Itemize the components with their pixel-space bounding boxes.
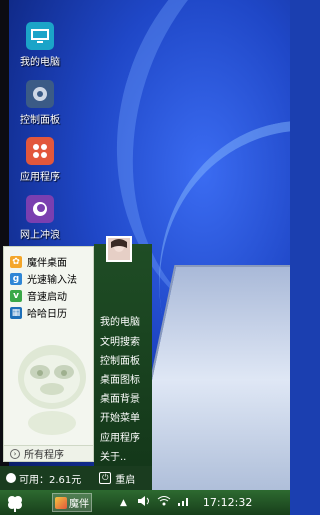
- taskbar: 魔伴 ▲ 17:12:32: [0, 490, 290, 515]
- signal-icon[interactable]: [177, 495, 191, 510]
- desktop-icon-browser[interactable]: 网上冲浪: [8, 195, 72, 241]
- clover-icon: [8, 495, 22, 512]
- menu-item-calendar[interactable]: ▦ 哈哈日历: [4, 304, 93, 321]
- app-icon: [55, 496, 67, 509]
- shortcut-apps[interactable]: 应用程序: [100, 429, 150, 444]
- menu-item-label: 音速启动: [27, 292, 67, 303]
- start-menu-footer: 可用：2.61元 ⏻ 重启: [0, 466, 152, 490]
- calendar-icon: ▦: [10, 306, 22, 319]
- shortcut-control-panel[interactable]: 控制面板: [100, 352, 150, 367]
- menu-item-label: 光速输入法: [27, 275, 77, 286]
- desktop-icon-label: 控制面板: [20, 115, 60, 126]
- start-menu-right-panel: 我的电脑 文明搜索 控制面板 桌面图标 桌面背景 开始菜单 应用程序 关于..: [94, 236, 152, 466]
- taskbar-app-button[interactable]: 魔伴: [52, 493, 92, 512]
- restart-label: 重启: [115, 474, 136, 486]
- flower-icon: ✿: [10, 255, 22, 268]
- clock[interactable]: 17:12:32: [203, 496, 252, 509]
- wifi-icon[interactable]: [157, 495, 171, 510]
- menu-item-desktop[interactable]: ✿ 魔伴桌面: [4, 253, 93, 270]
- desktop-icon-my-computer[interactable]: 我的电脑: [8, 22, 72, 68]
- computer-icon: [26, 22, 54, 50]
- shortcut-about[interactable]: 关于..: [100, 448, 150, 463]
- restart-button[interactable]: ⏻ 重启: [99, 471, 135, 486]
- menu-item-launcher[interactable]: v 音速启动: [4, 287, 93, 304]
- desktop-icon-label: 我的电脑: [20, 57, 60, 68]
- shortcut-desktop-icons[interactable]: 桌面图标: [100, 371, 150, 386]
- avatar[interactable]: [106, 236, 132, 262]
- desktop-icon-control-panel[interactable]: 控制面板: [8, 80, 72, 126]
- gear-icon: [26, 80, 54, 108]
- taskbar-app-label: 魔伴: [69, 499, 89, 510]
- speaker-icon[interactable]: [137, 495, 151, 510]
- start-menu-left-panel: ✿ 魔伴桌面 g 光速输入法 v 音速启动 ▦ 哈哈日历 › 所有程序: [3, 246, 94, 462]
- arrow-right-icon: ›: [10, 448, 20, 459]
- tray-expand-icon[interactable]: ▲: [120, 498, 127, 508]
- all-programs-button[interactable]: › 所有程序: [4, 445, 93, 461]
- power-icon: ⏻: [99, 472, 112, 484]
- apps-icon: [26, 137, 54, 165]
- desktop-icon-label: 网上冲浪: [20, 230, 60, 241]
- start-menu: ✿ 魔伴桌面 g 光速输入法 v 音速启动 ▦ 哈哈日历 › 所有程序 我的电脑…: [0, 236, 152, 490]
- shortcut-start-menu[interactable]: 开始菜单: [100, 409, 150, 424]
- memory-label: 可用：2.61元: [19, 474, 82, 486]
- start-button[interactable]: [0, 490, 30, 515]
- memory-status: 可用：2.61元: [6, 471, 81, 486]
- mascot-illustration: [18, 345, 86, 435]
- desktop-icon-apps[interactable]: 应用程序: [8, 137, 72, 183]
- input-method-icon: g: [10, 272, 22, 285]
- shortcut-search[interactable]: 文明搜索: [100, 333, 150, 348]
- menu-item-label: 哈哈日历: [27, 309, 67, 320]
- menu-item-label: 魔伴桌面: [27, 258, 67, 269]
- info-icon: [6, 473, 16, 483]
- all-programs-label: 所有程序: [24, 450, 64, 461]
- desktop-icon-label: 应用程序: [20, 172, 60, 183]
- launcher-icon: v: [10, 289, 22, 302]
- menu-item-input-method[interactable]: g 光速输入法: [4, 270, 93, 287]
- browser-icon: [26, 195, 54, 223]
- shortcut-my-computer[interactable]: 我的电脑: [100, 313, 150, 328]
- shortcut-desktop-background[interactable]: 桌面背景: [100, 390, 150, 405]
